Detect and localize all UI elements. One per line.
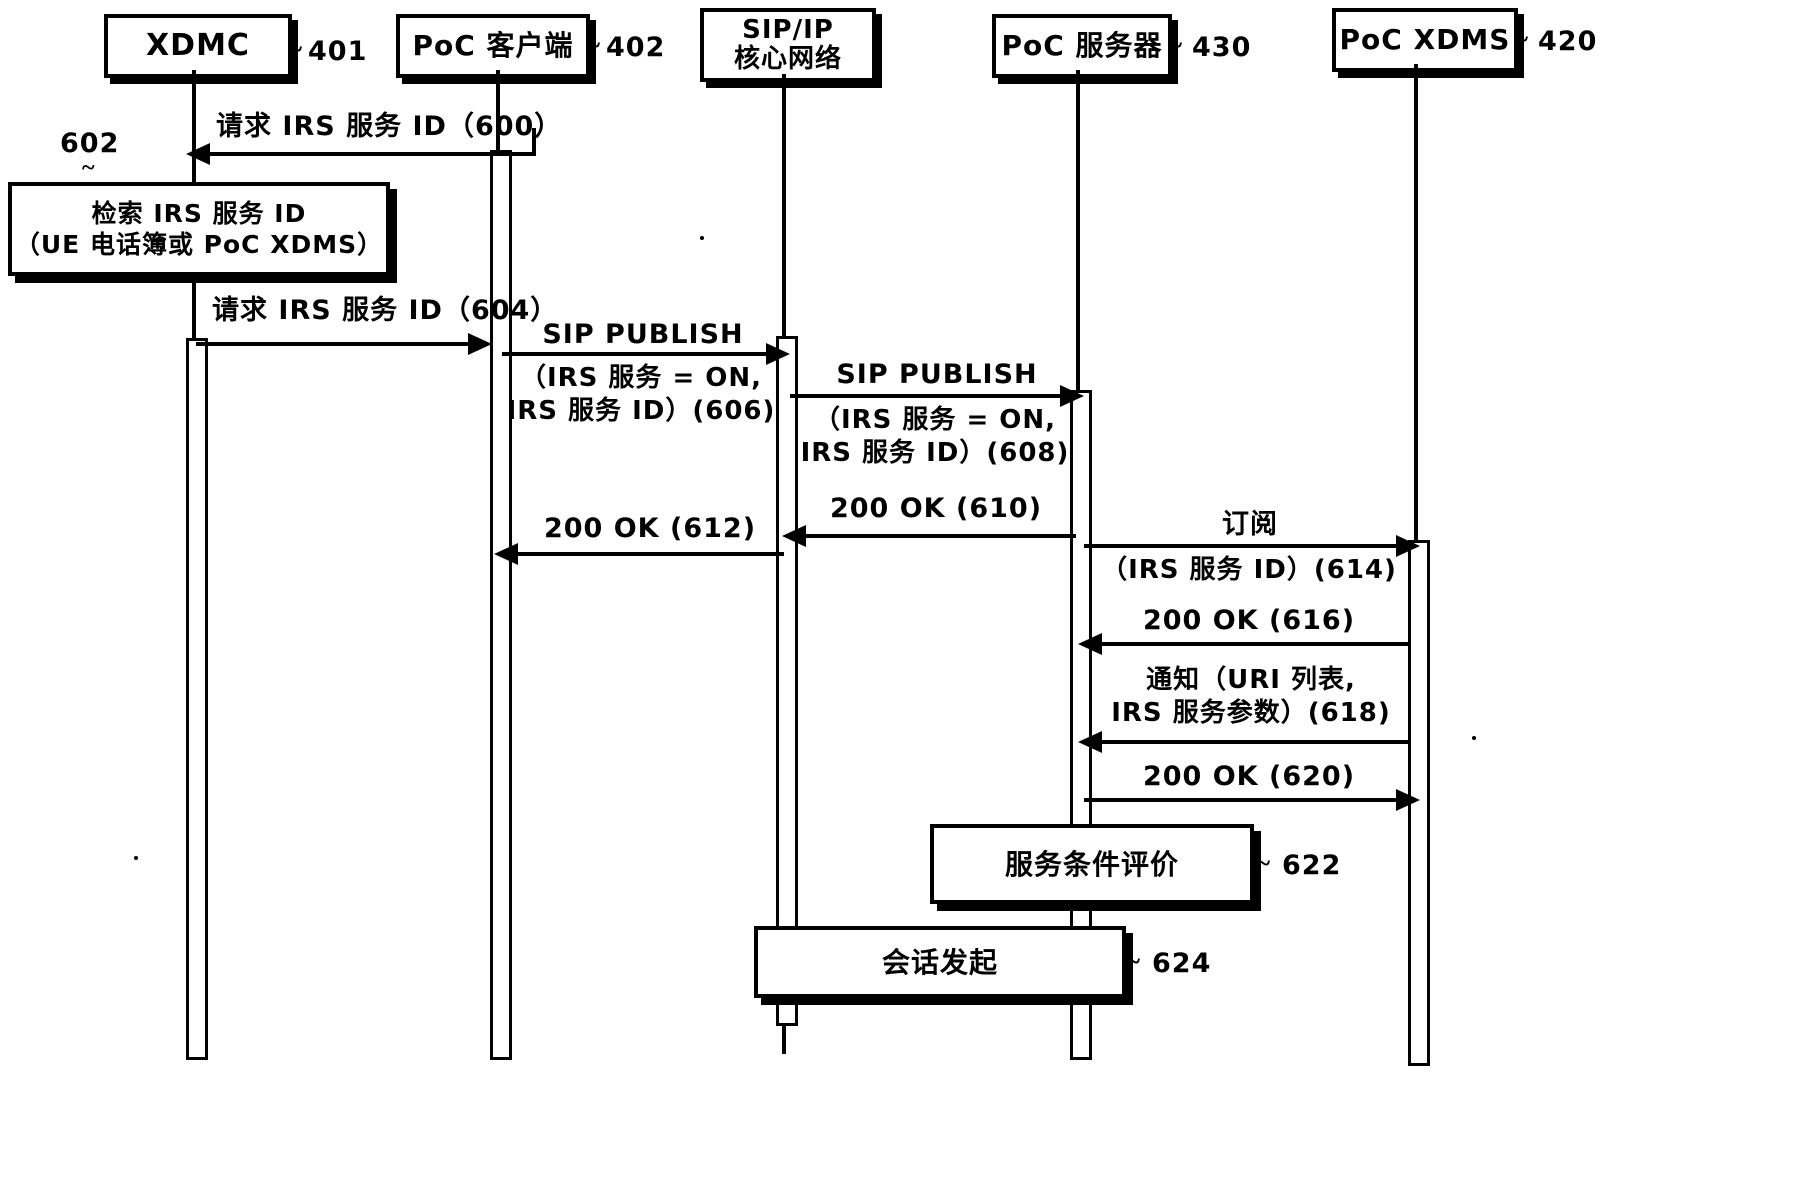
message-arrow-612 (506, 552, 784, 556)
message-arrow-606 (502, 352, 774, 356)
message-arrow-600 (196, 152, 536, 156)
actor-label-xdmc: XDMC (146, 28, 250, 64)
sequence-diagram-canvas: XDMC ~ 401 PoC 客户端 ~ 402 SIP/IP 核心网络 PoC… (0, 0, 1799, 1191)
message-arrowhead-618 (1078, 731, 1102, 753)
message-arrowhead-620 (1396, 789, 1420, 811)
message-arrowhead-610 (782, 525, 806, 547)
process-box-624-label: 会话发起 (881, 945, 998, 979)
scan-speck (1472, 736, 1476, 740)
process-box-602: 检索 IRS 服务 ID （UE 电话簿或 PoC XDMS） (8, 182, 390, 276)
activation-xdmc (186, 338, 208, 1060)
process-box-624: 会话发起 (754, 926, 1126, 998)
actor-box-xdmc: XDMC (104, 14, 292, 78)
proc-leader-624: ~ (1126, 946, 1141, 976)
scan-speck (700, 236, 704, 240)
message-label-620: 200 OK (620) (1142, 761, 1356, 792)
actor-ref-420: 420 (1538, 26, 1598, 57)
proc-ref-622: 622 (1282, 850, 1342, 881)
proc-leader-602: ~ (82, 155, 95, 181)
actor-box-poc-client: PoC 客户端 (396, 14, 590, 78)
activation-poc-client (490, 150, 512, 1060)
message-arrow-620 (1084, 798, 1406, 802)
message-arrowhead-600 (186, 143, 210, 165)
actor-ref-401: 401 (308, 36, 368, 67)
process-box-622-label: 服务条件评价 (1004, 847, 1179, 881)
actor-box-sip-core: SIP/IP 核心网络 (700, 8, 876, 82)
message-label-612: 200 OK (612) (543, 513, 757, 544)
scan-speck (134, 856, 138, 860)
message-arrow-604 (196, 342, 472, 346)
proc-ref-624: 624 (1152, 948, 1212, 979)
message-label-600: 请求 IRS 服务 ID（600） (216, 111, 563, 142)
message-600-vertical (532, 128, 536, 154)
message-label-616: 200 OK (616) (1142, 605, 1356, 636)
message-arrow-610 (792, 534, 1076, 538)
ref-leader-402: ~ (586, 30, 601, 60)
message-label-614-head: 订阅 (1222, 509, 1278, 540)
actor-label-poc-server: PoC 服务器 (1001, 29, 1163, 63)
ref-leader-420: ~ (1514, 24, 1529, 54)
actor-label-sip-core: SIP/IP 核心网络 (733, 14, 842, 74)
actor-box-poc-xdms: PoC XDMS (1332, 8, 1518, 72)
actor-label-poc-xdms: PoC XDMS (1339, 23, 1511, 57)
message-arrow-618 (1090, 740, 1410, 744)
message-label-608-body: （IRS 服务 = ON, IRS 服务 ID）(608) (800, 405, 1070, 468)
message-label-606-body: （IRS 服务 = ON, IRS 服务 ID）(606) (506, 363, 776, 426)
actor-box-poc-server: PoC 服务器 (992, 14, 1172, 78)
message-label-608-head: SIP PUBLISH (836, 359, 1038, 390)
actor-ref-402: 402 (606, 32, 666, 63)
actor-label-poc-client: PoC 客户端 (412, 29, 574, 63)
message-arrow-616 (1090, 642, 1410, 646)
message-arrowhead-612 (494, 543, 518, 565)
message-arrow-614 (1084, 544, 1406, 548)
message-arrowhead-604 (468, 333, 492, 355)
ref-leader-401: ~ (288, 34, 303, 64)
process-box-602-label: 检索 IRS 服务 ID （UE 电话簿或 PoC XDMS） (14, 198, 384, 259)
actor-ref-430: 430 (1192, 32, 1252, 63)
message-label-618: 通知（URI 列表, IRS 服务参数）(618) (1111, 665, 1391, 728)
message-label-610: 200 OK (610) (829, 493, 1043, 524)
message-arrowhead-616 (1078, 633, 1102, 655)
proc-leader-622: ~ (1256, 848, 1271, 878)
process-box-622: 服务条件评价 (930, 824, 1254, 904)
message-label-606-head: SIP PUBLISH (542, 319, 744, 350)
message-arrow-608 (790, 394, 1070, 398)
message-label-614-body: （IRS 服务 ID）(614) (1101, 555, 1397, 585)
ref-leader-430: ~ (1168, 30, 1183, 60)
